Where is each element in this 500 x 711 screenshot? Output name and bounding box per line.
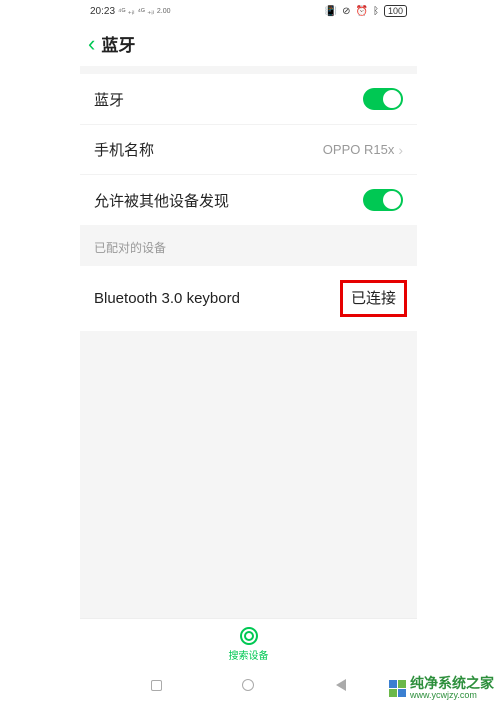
watermark-url: www.ycwjzy.com — [410, 691, 494, 701]
page-header: ‹ 蓝牙 — [80, 22, 417, 66]
watermark-cn: 纯净系统之家 — [410, 676, 494, 691]
watermark: 纯净系统之家 www.ycwjzy.com — [389, 676, 494, 701]
phone-screen: 20:23 ⁴ᴳ ₊ᵢₗ ⁴ᴳ ₊ᵢₗ 2.00 📳 ⊘ ⏰ ᛒ 100 ‹ 蓝… — [80, 0, 417, 700]
row-bluetooth-label: 蓝牙 — [94, 89, 124, 110]
row-phone-name[interactable]: 手机名称 OPPO R15x › — [80, 124, 417, 174]
row-discoverable-label: 允许被其他设备发现 — [94, 190, 229, 211]
status-time: 20:23 — [90, 6, 115, 17]
search-label: 搜索设备 — [229, 647, 269, 662]
discoverable-toggle[interactable] — [363, 189, 403, 211]
nav-recent-button[interactable] — [149, 678, 163, 692]
alarm-icon: ⏰ — [356, 6, 368, 17]
row-phone-name-value: OPPO R15x › — [323, 142, 403, 158]
bluetooth-icon: ᛒ — [373, 6, 379, 17]
watermark-logo-icon — [389, 680, 406, 697]
status-right: 📳 ⊘ ⏰ ᛒ 100 — [325, 5, 407, 17]
search-devices-button[interactable]: 搜索设备 — [80, 618, 417, 670]
device-status-badge: 已连接 — [340, 280, 407, 317]
network-speed: 2.00 — [157, 8, 171, 15]
chevron-right-icon: › — [398, 142, 403, 158]
phone-name-text: OPPO R15x — [323, 142, 395, 157]
status-bar: 20:23 ⁴ᴳ ₊ᵢₗ ⁴ᴳ ₊ᵢₗ 2.00 📳 ⊘ ⏰ ᛒ 100 — [80, 0, 417, 22]
bluetooth-toggle[interactable] — [363, 88, 403, 110]
nav-back-button[interactable] — [334, 678, 348, 692]
signal-indicator-2: ⁴ᴳ ₊ᵢₗ — [137, 7, 153, 16]
dnd-icon: ⊘ — [342, 6, 350, 17]
settings-group-main: 蓝牙 手机名称 OPPO R15x › 允许被其他设备发现 — [80, 74, 417, 225]
empty-area — [80, 331, 417, 618]
watermark-text: 纯净系统之家 www.ycwjzy.com — [410, 676, 494, 701]
settings-content: 蓝牙 手机名称 OPPO R15x › 允许被其他设备发现 已配对的设备 Blu… — [80, 66, 417, 618]
signal-indicator-1: ⁴ᴳ ₊ᵢₗ — [118, 7, 134, 16]
row-discoverable[interactable]: 允许被其他设备发现 — [80, 174, 417, 225]
search-target-icon — [240, 627, 258, 645]
row-bluetooth[interactable]: 蓝牙 — [80, 74, 417, 124]
section-paired-label: 已配对的设备 — [80, 225, 417, 266]
system-nav-bar — [80, 670, 417, 700]
status-left: 20:23 ⁴ᴳ ₊ᵢₗ ⁴ᴳ ₊ᵢₗ 2.00 — [90, 6, 171, 17]
vibrate-icon: 📳 — [325, 6, 337, 17]
paired-device-row[interactable]: Bluetooth 3.0 keybord 已连接 — [80, 266, 417, 331]
back-icon[interactable]: ‹ — [88, 31, 95, 57]
row-phone-name-label: 手机名称 — [94, 139, 154, 160]
page-title: 蓝牙 — [101, 31, 135, 56]
battery-indicator: 100 — [384, 5, 407, 17]
device-name: Bluetooth 3.0 keybord — [94, 290, 240, 307]
nav-home-button[interactable] — [241, 678, 255, 692]
